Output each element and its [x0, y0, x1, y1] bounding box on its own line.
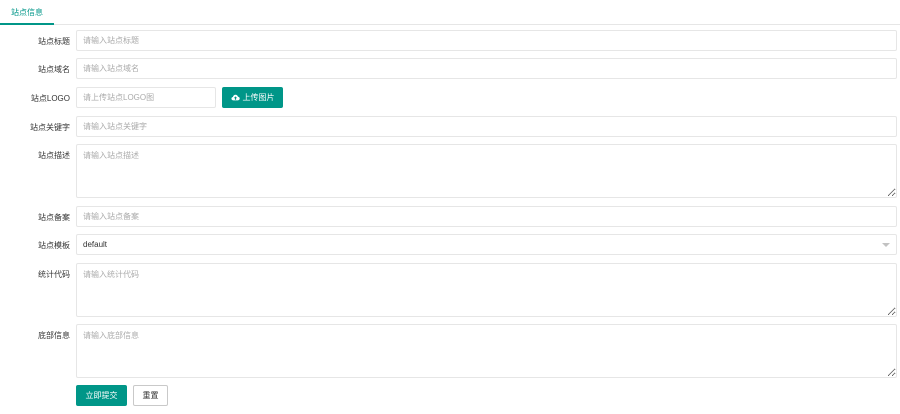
site-template-select[interactable]: default [76, 234, 897, 255]
tab-active-indicator [0, 23, 54, 25]
reset-button[interactable]: 重置 [133, 385, 168, 406]
upload-image-label: 上传图片 [242, 93, 275, 102]
site-icp-input[interactable] [76, 206, 897, 227]
site-keywords-label: 站点关键字 [30, 123, 70, 132]
site-domain-input[interactable] [76, 58, 897, 79]
upload-image-button[interactable]: 上传图片 [222, 87, 283, 108]
tab-site-info[interactable]: 站点信息 [0, 0, 54, 25]
site-logo-label: 站点LOGO [30, 94, 70, 103]
submit-button[interactable]: 立即提交 [76, 385, 127, 406]
site-description-label: 站点描述 [38, 151, 70, 160]
site-logo-input[interactable] [76, 87, 216, 108]
cloud-upload-icon [230, 94, 240, 101]
stats-code-label: 统计代码 [38, 270, 70, 279]
site-template-label: 站点模板 [38, 241, 70, 250]
footer-info-label: 底部信息 [38, 331, 70, 340]
site-domain-label: 站点域名 [38, 65, 70, 74]
tab-bar: 站点信息 [0, 0, 900, 25]
site-keywords-input[interactable] [76, 116, 897, 137]
site-title-label: 站点标题 [38, 37, 70, 46]
tab-site-info-label: 站点信息 [11, 8, 43, 17]
site-icp-label: 站点备案 [38, 213, 70, 222]
site-description-textarea[interactable] [76, 144, 897, 198]
chevron-down-icon [882, 243, 890, 247]
footer-info-textarea[interactable] [76, 324, 897, 378]
site-template-value: default [83, 240, 108, 249]
stats-code-textarea[interactable] [76, 263, 897, 317]
site-title-input[interactable] [76, 30, 897, 51]
